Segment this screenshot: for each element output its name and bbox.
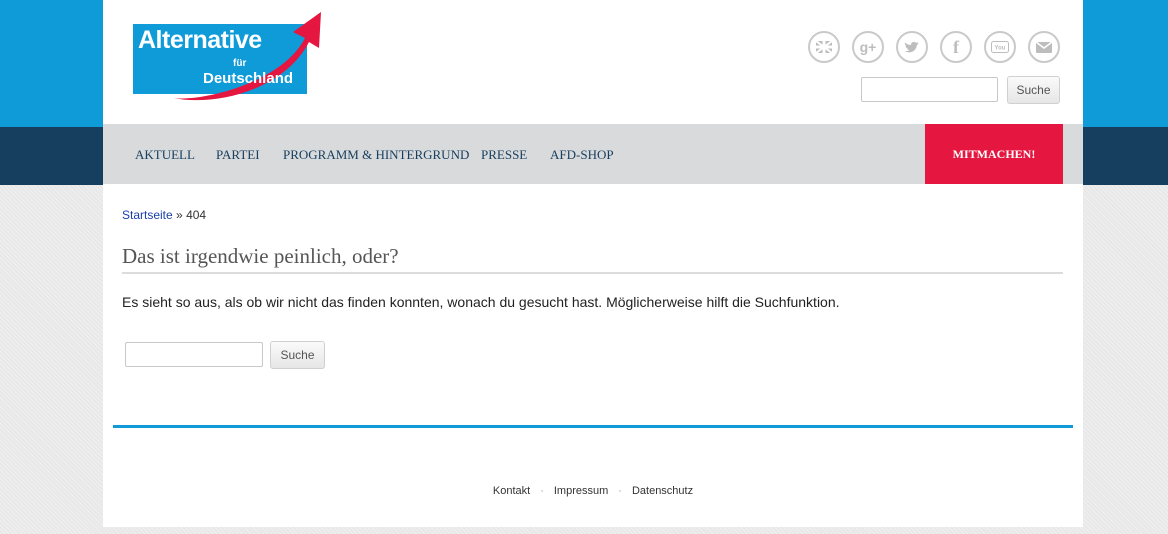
uk-flag-icon[interactable] [808, 31, 840, 63]
footer-separator: · [618, 485, 622, 497]
footer-link-datenschutz[interactable]: Datenschutz [632, 485, 693, 497]
footer-links: Kontakt · Impressum · Datenschutz [103, 485, 1083, 497]
title-divider [122, 272, 1063, 274]
page-title: Das ist irgendwie peinlich, oder? [122, 244, 399, 268]
breadcrumb-separator: » [176, 208, 183, 222]
nav-item-aktuell[interactable]: AKTUELL [135, 147, 195, 163]
svg-text:You: You [995, 46, 1006, 52]
nav-item-partei[interactable]: PARTEI [216, 147, 260, 163]
footer-separator: · [540, 485, 544, 497]
breadcrumb-current: 404 [186, 208, 207, 222]
footer-link-impressum[interactable]: Impressum [554, 485, 608, 497]
page-container: Alternative für Deutschland g+ f You Suc… [103, 0, 1083, 527]
logo-text-fuer: für [233, 58, 247, 69]
error-message: Es sieht so aus, als ob wir nicht das fi… [122, 294, 840, 310]
header-search-input[interactable] [861, 77, 998, 102]
logo-text-alternative: Alternative [138, 26, 262, 54]
footer-divider [113, 425, 1073, 428]
nav-item-programm[interactable]: PROGRAMM & HINTERGRUND [283, 147, 469, 163]
mitmachen-button[interactable]: MITMACHEN! [925, 124, 1063, 184]
breadcrumb: Startseite » 404 [122, 208, 206, 222]
mail-icon[interactable] [1028, 31, 1060, 63]
header-search-button[interactable]: Suche [1007, 76, 1060, 104]
content-search-input[interactable] [125, 342, 263, 367]
content-search-button[interactable]: Suche [270, 341, 325, 369]
nav-item-presse[interactable]: PRESSE [481, 147, 527, 163]
breadcrumb-home-link[interactable]: Startseite [122, 208, 173, 222]
logo-text-deutschland: Deutschland [203, 70, 294, 87]
youtube-icon[interactable]: You [984, 31, 1016, 63]
google-plus-icon[interactable]: g+ [852, 31, 884, 63]
nav-item-afd-shop[interactable]: AFD-SHOP [550, 147, 614, 163]
footer-link-kontakt[interactable]: Kontakt [493, 485, 530, 497]
afd-logo[interactable]: Alternative für Deutschland [133, 12, 323, 101]
facebook-icon[interactable]: f [940, 31, 972, 63]
twitter-icon[interactable] [896, 31, 928, 63]
main-navigation: AKTUELL PARTEI PROGRAMM & HINTERGRUND PR… [103, 124, 1083, 184]
